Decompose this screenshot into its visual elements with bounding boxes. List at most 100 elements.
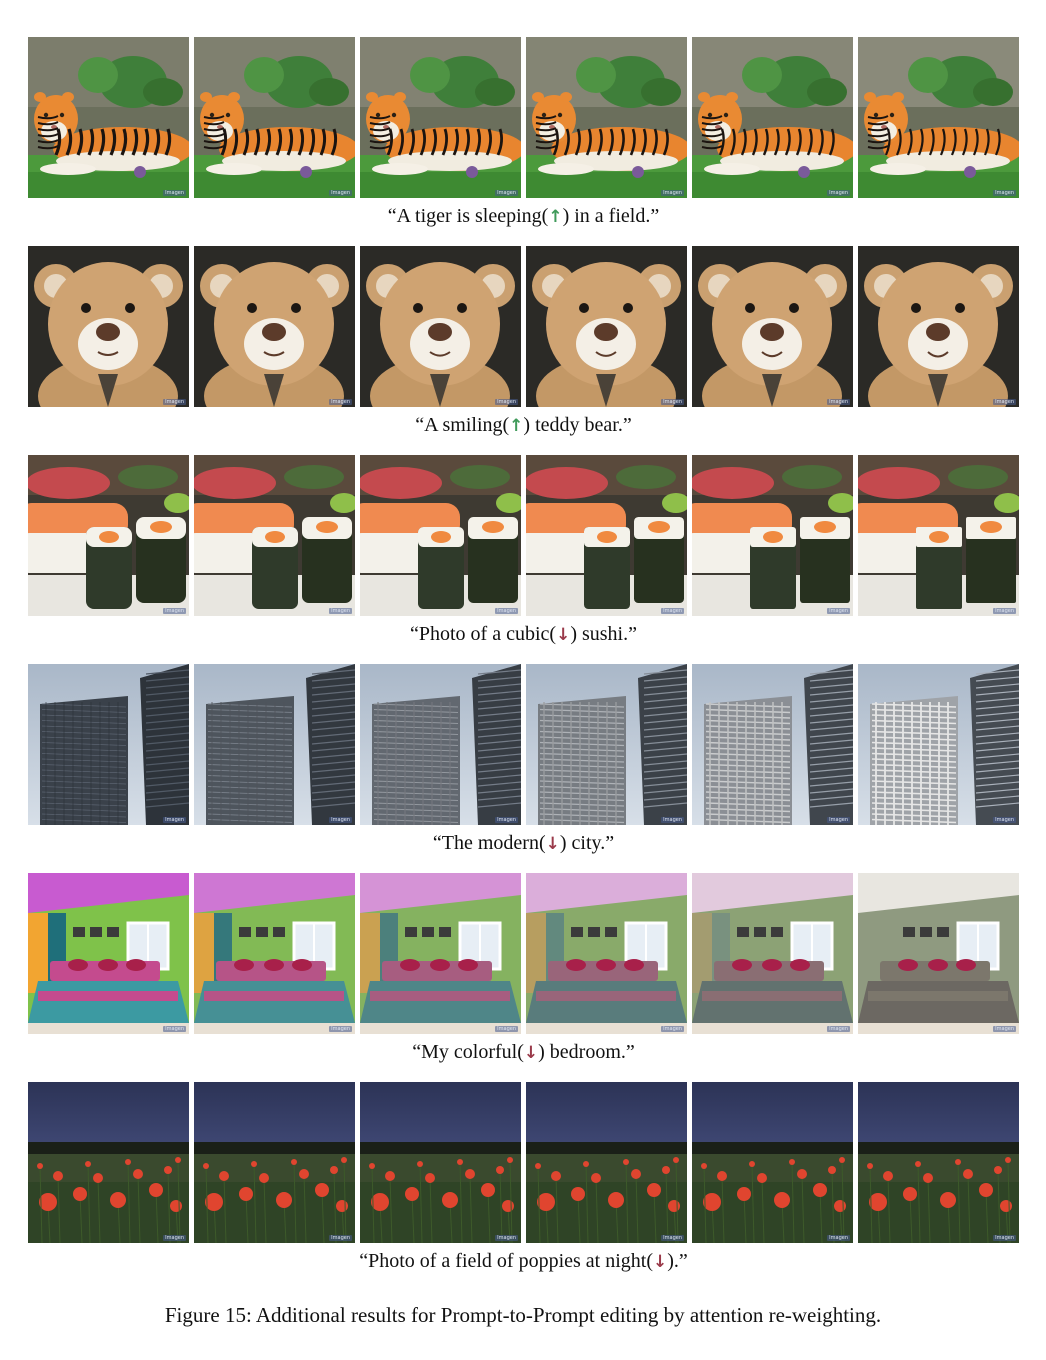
bedroom-image: Imagen xyxy=(360,873,521,1034)
city-image: Imagen xyxy=(526,664,687,825)
bedroom-image: Imagen xyxy=(526,873,687,1034)
image-strip: Imagen Imagen Imagen Imagen Imagen Image… xyxy=(28,246,1019,407)
watermark: Imagen xyxy=(163,608,186,614)
watermark: Imagen xyxy=(993,1235,1016,1241)
watermark: Imagen xyxy=(827,1235,850,1241)
prompt-caption: “Photo of a cubic(↓) sushi.” xyxy=(28,623,1019,647)
watermark: Imagen xyxy=(827,608,850,614)
figure-row-bedroom: Imagen Imagen Imagen Imagen Imagen Image… xyxy=(28,873,1019,1082)
image-strip: Imagen Imagen Imagen Imagen Imagen Image… xyxy=(28,664,1019,825)
tiger-image: Imagen xyxy=(526,37,687,198)
sushi-image: Imagen xyxy=(360,455,521,616)
city-image: Imagen xyxy=(858,664,1019,825)
watermark: Imagen xyxy=(827,817,850,823)
watermark: Imagen xyxy=(495,608,518,614)
watermark: Imagen xyxy=(661,1026,684,1032)
prompt-text: “A smiling( xyxy=(415,414,510,436)
arrow-up-icon: ↑ xyxy=(548,207,563,227)
watermark: Imagen xyxy=(993,817,1016,823)
teddy-image: Imagen xyxy=(526,246,687,407)
poppies-image: Imagen xyxy=(194,1082,355,1243)
prompt-text: “Photo of a field of poppies at night( xyxy=(359,1250,654,1272)
tiger-image: Imagen xyxy=(194,37,355,198)
prompt-text: “The modern( xyxy=(432,832,546,854)
figure-row-sushi: Imagen Imagen Imagen Imagen Imagen Image… xyxy=(28,455,1019,664)
teddy-image: Imagen xyxy=(194,246,355,407)
prompt-text-suffix: ) sushi.” xyxy=(570,623,637,645)
watermark: Imagen xyxy=(329,190,352,196)
arrow-down-icon: ↓ xyxy=(653,1252,668,1272)
teddy-image: Imagen xyxy=(28,246,189,407)
arrow-down-icon: ↓ xyxy=(523,1043,539,1063)
watermark: Imagen xyxy=(329,1235,352,1241)
watermark: Imagen xyxy=(495,1235,518,1241)
city-image: Imagen xyxy=(194,664,355,825)
watermark: Imagen xyxy=(329,608,352,614)
prompt-caption: “The modern(↓) city.” xyxy=(28,832,1019,856)
image-strip: Imagen Imagen Imagen Imagen Imagen Image… xyxy=(28,873,1019,1034)
sushi-image: Imagen xyxy=(858,455,1019,616)
poppies-image: Imagen xyxy=(858,1082,1019,1243)
watermark: Imagen xyxy=(661,190,684,196)
prompt-caption: “My colorful(↓) bedroom.” xyxy=(28,1041,1019,1065)
teddy-image: Imagen xyxy=(360,246,521,407)
image-strip: Imagen Imagen Imagen Imagen Imagen Image… xyxy=(28,1082,1019,1243)
prompt-text-suffix: ) bedroom.” xyxy=(538,1041,635,1063)
prompt-text: “Photo of a cubic( xyxy=(410,623,557,645)
prompt-text-suffix: ) city.” xyxy=(559,832,615,854)
prompt-caption: “A tiger is sleeping(↑) in a field.” xyxy=(28,205,1019,229)
bedroom-image: Imagen xyxy=(692,873,853,1034)
figure-caption: Figure 15: Additional results for Prompt… xyxy=(164,1303,882,1327)
prompt-text-suffix: ) teddy bear.” xyxy=(523,414,632,436)
watermark: Imagen xyxy=(993,399,1016,405)
watermark: Imagen xyxy=(329,1026,352,1032)
bedroom-image: Imagen xyxy=(858,873,1019,1034)
arrow-down-icon: ↓ xyxy=(556,625,571,645)
prompt-text: “A tiger is sleeping( xyxy=(387,205,549,227)
poppies-image: Imagen xyxy=(360,1082,521,1243)
watermark: Imagen xyxy=(993,1026,1016,1032)
sushi-image: Imagen xyxy=(194,455,355,616)
watermark: Imagen xyxy=(163,190,186,196)
poppies-image: Imagen xyxy=(526,1082,687,1243)
bedroom-image: Imagen xyxy=(194,873,355,1034)
figure-grid: Imagen Imagen Imagen Imagen Imagen Image… xyxy=(28,37,1019,1291)
arrow-up-icon: ↑ xyxy=(509,416,524,436)
watermark: Imagen xyxy=(827,399,850,405)
sushi-image: Imagen xyxy=(692,455,853,616)
watermark: Imagen xyxy=(495,817,518,823)
image-strip: Imagen Imagen Imagen Imagen Imagen Image… xyxy=(28,455,1019,616)
tiger-image: Imagen xyxy=(858,37,1019,198)
watermark: Imagen xyxy=(163,817,186,823)
teddy-image: Imagen xyxy=(692,246,853,407)
watermark: Imagen xyxy=(163,399,186,405)
watermark: Imagen xyxy=(827,190,850,196)
city-image: Imagen xyxy=(360,664,521,825)
watermark: Imagen xyxy=(661,608,684,614)
watermark: Imagen xyxy=(661,817,684,823)
sushi-image: Imagen xyxy=(526,455,687,616)
tiger-image: Imagen xyxy=(692,37,853,198)
city-image: Imagen xyxy=(692,664,853,825)
figure-row-poppies: Imagen Imagen Imagen Imagen Imagen Image… xyxy=(28,1082,1019,1291)
poppies-image: Imagen xyxy=(28,1082,189,1243)
arrow-down-icon: ↓ xyxy=(545,834,560,854)
prompt-text: “My colorful( xyxy=(412,1041,524,1063)
watermark: Imagen xyxy=(495,190,518,196)
watermark: Imagen xyxy=(495,1026,518,1032)
prompt-caption: “Photo of a field of poppies at night(↓)… xyxy=(28,1250,1019,1274)
watermark: Imagen xyxy=(163,1235,186,1241)
figure-row-teddy: Imagen Imagen Imagen Imagen Imagen Image… xyxy=(28,246,1019,455)
tiger-image: Imagen xyxy=(360,37,521,198)
sushi-image: Imagen xyxy=(28,455,189,616)
teddy-image: Imagen xyxy=(858,246,1019,407)
image-strip: Imagen Imagen Imagen Imagen Imagen Image… xyxy=(28,37,1019,198)
figure-row-city: Imagen Imagen Imagen Imagen Imagen Image… xyxy=(28,664,1019,873)
prompt-text-suffix: ).” xyxy=(667,1250,688,1272)
city-image: Imagen xyxy=(28,664,189,825)
watermark: Imagen xyxy=(827,1026,850,1032)
watermark: Imagen xyxy=(993,608,1016,614)
poppies-image: Imagen xyxy=(692,1082,853,1243)
prompt-caption: “A smiling(↑) teddy bear.” xyxy=(28,414,1019,438)
watermark: Imagen xyxy=(329,817,352,823)
